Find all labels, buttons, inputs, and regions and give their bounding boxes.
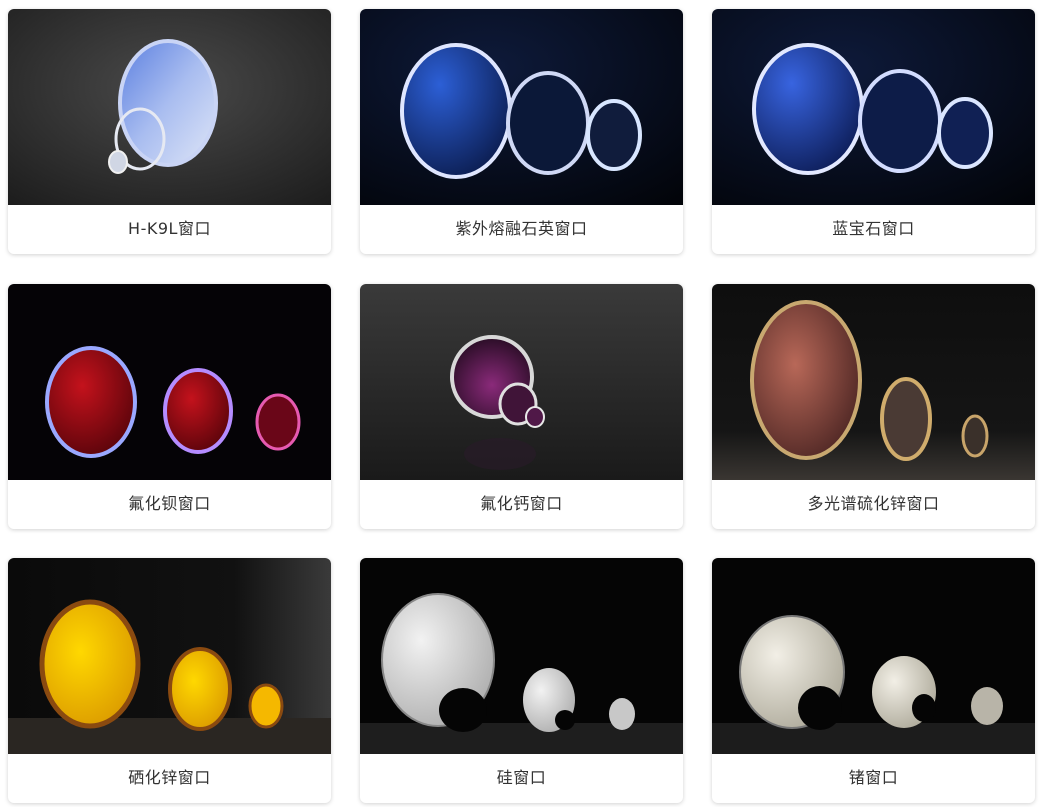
sapphire-window-image (712, 9, 1035, 205)
product-caption: 硒化锌窗口 (128, 768, 211, 787)
product-caption: 氟化钡窗口 (128, 494, 211, 513)
calcium-fluoride-window-image (360, 284, 683, 480)
product-card-barium-fluoride[interactable]: 氟化钡窗口 (8, 284, 331, 529)
product-card-znse[interactable]: 硒化锌窗口 (8, 558, 331, 803)
product-card-calcium-fluoride[interactable]: 氟化钙窗口 (360, 284, 683, 529)
uv-fused-silica-window-image (360, 9, 683, 205)
germanium-window-image (712, 558, 1035, 754)
znse-window-image (8, 558, 331, 754)
product-card-k9l[interactable]: H-K9L窗口 (8, 9, 331, 254)
product-caption: 紫外熔融石英窗口 (455, 219, 588, 238)
product-card-germanium[interactable]: 锗窗口 (712, 558, 1035, 803)
k9l-window-image (8, 9, 331, 205)
product-caption: 硅窗口 (496, 768, 547, 787)
multispectral-zns-window-image (712, 284, 1035, 480)
product-card-uv-fused-silica[interactable]: 紫外熔融石英窗口 (360, 9, 683, 254)
product-caption: 多光谱硫化锌窗口 (807, 494, 940, 513)
product-caption: 氟化钙窗口 (480, 494, 563, 513)
product-card-multispectral-zns[interactable]: 多光谱硫化锌窗口 (712, 284, 1035, 529)
barium-fluoride-window-image (8, 284, 331, 480)
product-card-silicon[interactable]: 硅窗口 (360, 558, 683, 803)
product-caption: H-K9L窗口 (128, 219, 211, 238)
product-caption: 锗窗口 (848, 768, 899, 787)
product-grid: H-K9L窗口 紫外熔融石英窗口 蓝宝石窗口 氟化钡窗口 氟化钙窗口 多光谱硫化… (0, 0, 1045, 807)
product-caption: 蓝宝石窗口 (832, 219, 915, 238)
silicon-window-image (360, 558, 683, 754)
product-card-sapphire[interactable]: 蓝宝石窗口 (712, 9, 1035, 254)
